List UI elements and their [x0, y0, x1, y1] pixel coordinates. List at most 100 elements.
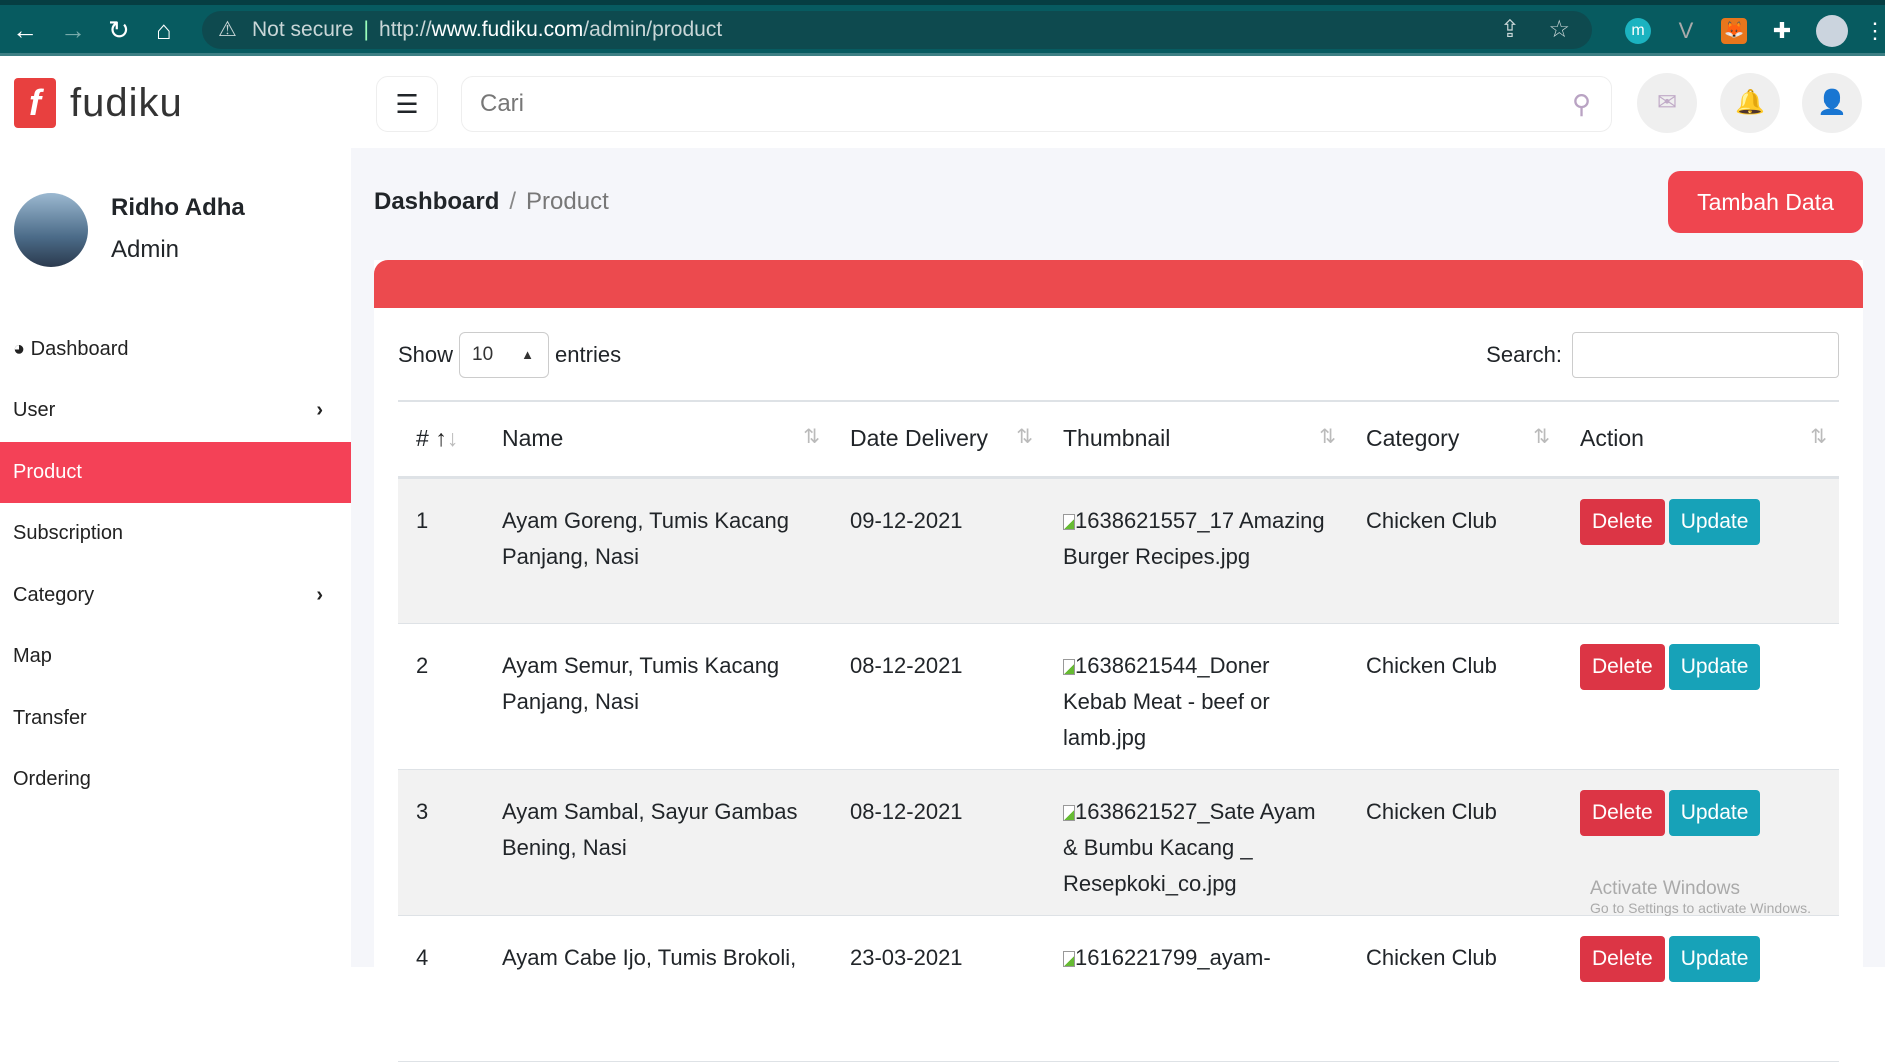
row-thumbnail: 1638621557_17 Amazing Burger Recipes.jpg	[1045, 477, 1348, 624]
broken-image-icon	[1063, 513, 1075, 530]
main-content: Dashboard / Product Tambah Data Show 10 ▲ e…	[351, 148, 1885, 1062]
col-label: Action	[1580, 425, 1644, 452]
back-icon[interactable]: ←	[12, 15, 38, 46]
breadcrumb-dashboard[interactable]: Dashboard	[374, 188, 499, 215]
col-name[interactable]: Name ⇅	[484, 400, 832, 479]
row-thumbnail: 1638621527_Sate Ayam & Bumbu Kacang _ Re…	[1045, 769, 1348, 916]
col-label: Thumbnail	[1063, 425, 1171, 452]
thumbnail-alt: 1616221799_ayam-	[1075, 944, 1271, 970]
watermark-subtitle: Go to Settings to activate Windows.	[1590, 900, 1811, 916]
sort-icon: ⇅	[1533, 426, 1550, 448]
sidebar-item-map[interactable]: Map	[0, 626, 351, 687]
extensions-puzzle-icon[interactable]: ✚	[1769, 18, 1795, 44]
url-prefix: http://	[379, 18, 432, 41]
table-search-input[interactable]	[1572, 332, 1839, 378]
brand-logo[interactable]: f fudiku	[14, 78, 183, 128]
entries-value: 10	[472, 344, 494, 365]
sidebar-item-label: Ordering	[13, 768, 91, 790]
forward-icon[interactable]: →	[60, 15, 86, 46]
logo-mark: f	[14, 78, 56, 128]
avatar	[14, 193, 88, 267]
delete-button[interactable]: Delete	[1580, 643, 1665, 690]
sidebar-item-label: Category	[13, 584, 95, 606]
update-button[interactable]: Update	[1668, 643, 1761, 690]
row-number: 3	[398, 769, 484, 916]
update-button[interactable]: Update	[1668, 789, 1761, 836]
home-icon[interactable]: ⌂	[156, 15, 172, 46]
sort-icon: ⇅	[803, 426, 820, 448]
row-category: Chicken Club	[1348, 477, 1562, 624]
delete-button[interactable]: Delete	[1580, 789, 1665, 836]
product-card: Show 10 ▲ entries Search: # ↑↓ Name ⇅ Date…	[374, 260, 1863, 1062]
pie-chart-icon: ◕	[13, 338, 26, 360]
sidebar-item-ordering[interactable]: Ordering	[0, 749, 351, 810]
user-name: Ridho Adha	[111, 194, 245, 221]
row-name: Ayam Semur, Tumis Kacang Panjang, Nasi	[484, 623, 832, 770]
delete-button[interactable]: Delete	[1580, 935, 1665, 982]
search-icon[interactable]: ⚲	[1572, 77, 1591, 131]
sidebar-item-transfer[interactable]: Transfer	[0, 688, 351, 749]
col-number[interactable]: # ↑↓	[398, 400, 484, 479]
watermark-title: Activate Windows	[1590, 878, 1740, 899]
star-icon[interactable]: ☆	[1548, 11, 1570, 49]
vue-devtools-icon[interactable]: V	[1673, 18, 1699, 44]
sidebar-item-label: Dashboard	[30, 338, 129, 360]
broken-image-icon	[1063, 950, 1075, 967]
broken-image-icon	[1063, 658, 1075, 675]
col-category[interactable]: Category ⇅	[1348, 400, 1562, 479]
search-input[interactable]: Cari ⚲	[461, 76, 1612, 132]
breadcrumb-current: Product	[526, 188, 609, 215]
sidebar-item-user[interactable]: User ›	[0, 380, 351, 441]
sidebar-item-label: Subscription	[13, 522, 124, 544]
mail-icon: ✉	[1656, 89, 1678, 116]
sidebar-item-product[interactable]: Product	[0, 442, 351, 503]
chevron-right-icon: ›	[316, 399, 323, 421]
user-icon: 👤	[1817, 89, 1847, 116]
update-button[interactable]: Update	[1668, 498, 1761, 545]
profile-avatar-icon[interactable]	[1816, 15, 1848, 47]
share-icon[interactable]: ⇪	[1500, 11, 1520, 49]
mail-button[interactable]: ✉	[1637, 73, 1697, 133]
add-data-button[interactable]: Tambah Data	[1668, 171, 1863, 233]
menu-dots-icon[interactable]: ⋮	[1862, 18, 1885, 44]
metamask-icon[interactable]: 🦊	[1721, 18, 1747, 44]
entries-select[interactable]: 10 ▲	[459, 332, 550, 378]
col-label: Category	[1366, 425, 1460, 452]
row-number: 2	[398, 623, 484, 770]
row-actions: Delete Update	[1562, 915, 1839, 1062]
sort-asc-icon: ↑	[435, 425, 447, 452]
col-date[interactable]: Date Delivery ⇅	[832, 400, 1045, 479]
row-actions: Delete Update	[1562, 623, 1839, 770]
sort-icon: ⇅	[1319, 426, 1336, 448]
row-category: Chicken Club	[1348, 623, 1562, 770]
row-name: Ayam Sambal, Sayur Gambas Bening, Nasi	[484, 769, 832, 916]
product-table: # ↑↓ Name ⇅ Date Delivery ⇅ Thumbnail ⇅ Cat…	[398, 400, 1839, 1062]
table-search: Search:	[1486, 332, 1839, 378]
sidebar-item-dashboard[interactable]: ◕ Dashboard	[0, 319, 351, 380]
windows-watermark: Activate Windows Go to Settings to activa…	[1590, 878, 1811, 916]
thumbnail-alt: 1638621527_Sate Ayam & Bumbu Kacang _ Re…	[1063, 798, 1316, 896]
col-thumbnail[interactable]: Thumbnail ⇅	[1045, 400, 1348, 479]
notifications-button[interactable]: 🔔	[1720, 73, 1780, 133]
extension-m-icon[interactable]: m	[1625, 18, 1651, 44]
bell-icon: 🔔	[1735, 89, 1765, 116]
row-number: 4	[398, 915, 484, 1062]
url-path: /admin/product	[583, 18, 723, 41]
thumbnail-alt: 1638621557_17 Amazing Burger Recipes.jpg	[1063, 507, 1325, 569]
user-role: Admin	[111, 236, 180, 263]
sidebar-item-label: Transfer	[13, 707, 87, 729]
sidebar-item-subscription[interactable]: Subscription	[0, 503, 351, 564]
address-bar[interactable]: ⚠ Not secure | http://www.fudiku.com/admin…	[202, 11, 1592, 49]
security-label: Not secure	[252, 18, 354, 41]
delete-button[interactable]: Delete	[1580, 498, 1665, 545]
sidebar-item-category[interactable]: Category ›	[0, 565, 351, 626]
menu-toggle-button[interactable]: ☰	[376, 76, 438, 132]
profile-button[interactable]: 👤	[1802, 73, 1862, 133]
reload-icon[interactable]: ↻	[108, 15, 130, 46]
col-action[interactable]: Action ⇅	[1562, 400, 1839, 479]
col-label: Name	[502, 425, 564, 452]
update-button[interactable]: Update	[1668, 935, 1761, 982]
sidebar: Ridho Adha Admin ◕ Dashboard User › Produ…	[0, 148, 351, 967]
row-actions: Delete Update	[1562, 477, 1839, 624]
row-thumbnail: 1616221799_ayam-	[1045, 915, 1348, 1062]
